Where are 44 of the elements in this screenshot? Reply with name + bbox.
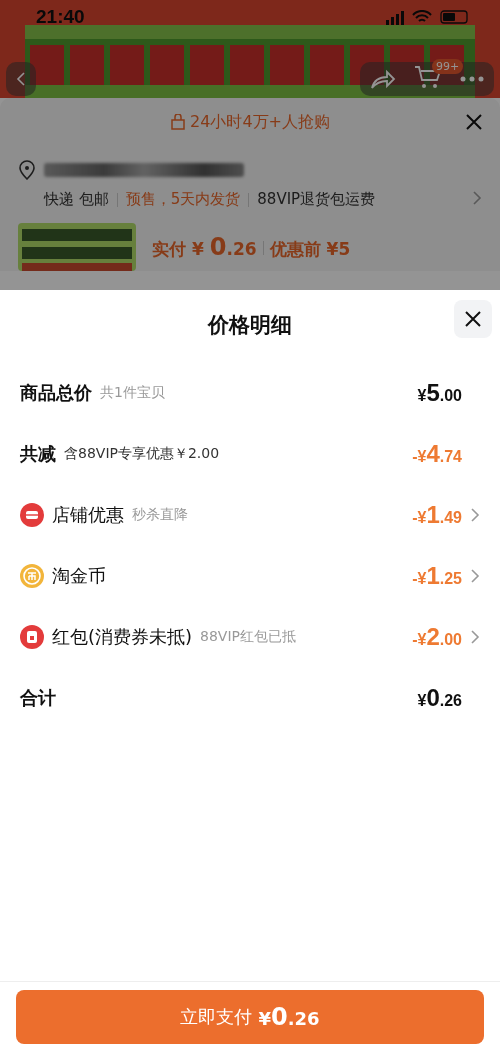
shop-icon — [20, 502, 44, 527]
row-amount: ¥0.26 — [417, 683, 462, 712]
close-button[interactable] — [454, 300, 492, 338]
row-amount: -¥2.00 — [412, 622, 462, 651]
row-note: 含88VIP专享优惠￥2.00 — [64, 444, 220, 463]
row-note: 88VIP红包已抵 — [200, 627, 296, 646]
sheet-title: 价格明细 — [208, 312, 292, 339]
row-note: 共1件宝贝 — [100, 383, 165, 402]
chevron-icon — [470, 568, 480, 583]
signal-icon — [386, 9, 404, 25]
shipping-info: 88VIP退货包运费 — [257, 190, 376, 209]
pay-label: 实付 — [152, 238, 186, 261]
row-amount: ¥5.00 — [417, 378, 462, 407]
cart-badge: 99+ — [432, 59, 464, 74]
row-label: 商品总价 — [20, 380, 92, 405]
row-label: 合计 — [20, 685, 56, 710]
promo-text: 24小时4万+人抢购 — [170, 111, 330, 133]
share-icon[interactable] — [370, 68, 396, 90]
row-amount: -¥4.74 — [412, 439, 462, 468]
original-label: 优惠前 — [269, 238, 321, 261]
chevron-icon — [472, 191, 482, 205]
row-label: 共减 — [20, 441, 56, 466]
back-icon — [16, 72, 26, 86]
chevron-icon — [470, 629, 480, 644]
row-note: 秒杀直降 — [132, 505, 188, 524]
shipping-info: 预售，5天内发货 — [125, 190, 241, 209]
chevron-icon — [470, 507, 480, 522]
close-icon — [463, 309, 483, 329]
wifi-icon — [412, 10, 432, 24]
pay-price: ¥ 0.26 — [192, 233, 257, 261]
more-icon[interactable] — [460, 76, 484, 82]
row-label: 红包(消费券未抵) — [52, 624, 193, 649]
gift-packet-icon — [20, 624, 44, 649]
row-label: 店铺优惠 — [52, 502, 124, 527]
coin-icon — [20, 563, 44, 588]
row-amount: -¥1.25 — [412, 561, 462, 590]
row-label: 淘金币 — [52, 563, 106, 588]
row-amount: -¥1.49 — [412, 500, 462, 529]
shipping-info: 快递 包邮 — [44, 190, 109, 209]
location-icon — [18, 160, 36, 180]
original-price: ¥5 — [326, 239, 351, 259]
pay-button[interactable]: 立即支付 ¥0.26 — [16, 990, 484, 1044]
status-time: 21:40 — [36, 6, 85, 28]
battery-icon — [440, 10, 468, 24]
